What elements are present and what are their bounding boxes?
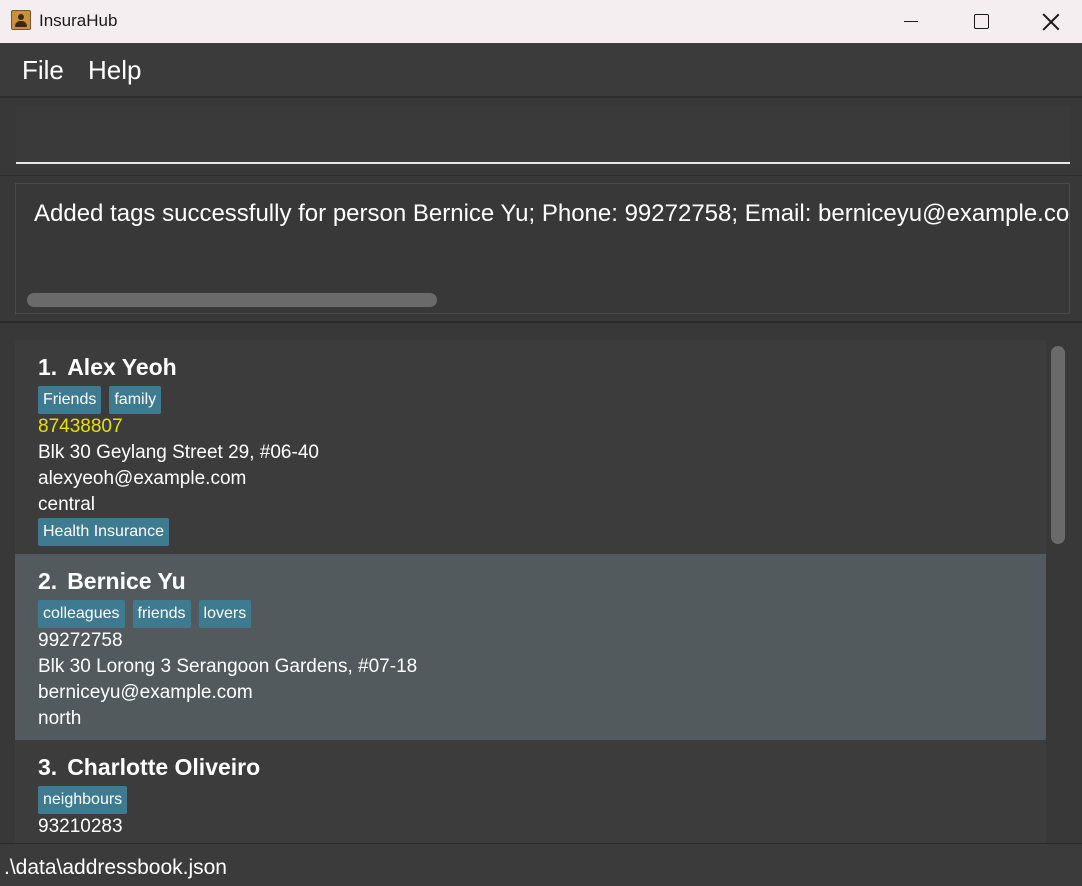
status-bar: .\data\addressbook.json: [0, 843, 1082, 886]
address-book-icon: [11, 10, 31, 30]
person-name-line: 1. Alex Yeoh: [38, 354, 177, 381]
maximize-button[interactable]: [946, 0, 1016, 43]
person-name: Charlotte Oliveiro: [67, 754, 261, 780]
tag: friends: [132, 600, 191, 628]
menu-file[interactable]: File: [22, 55, 64, 86]
tag: Friends: [38, 386, 102, 414]
person-email: alexyeoh@example.com: [38, 468, 247, 489]
tag: lovers: [198, 600, 252, 628]
person-address: Blk 30 Lorong 3 Serangoon Gardens, #07-1…: [38, 656, 418, 677]
insurance-tag: Health Insurance: [38, 518, 169, 546]
person-name: Bernice Yu: [67, 568, 186, 594]
tag-list: Friends family: [38, 386, 162, 414]
maximize-icon: [973, 14, 989, 29]
tag-list: neighbours: [38, 786, 128, 814]
person-card[interactable]: 1. Alex Yeoh Friends family 87438807 Blk …: [15, 340, 1046, 554]
minimize-icon: [904, 20, 918, 23]
person-phone: 99272758: [38, 630, 123, 651]
person-name: Alex Yeoh: [67, 354, 177, 380]
person-name-line: 3. Charlotte Oliveiro: [38, 754, 260, 781]
person-index: 2.: [38, 568, 58, 594]
result-display-area: Added tags successfully for person Berni…: [0, 175, 1082, 323]
menu-help[interactable]: Help: [88, 55, 141, 86]
minimize-button[interactable]: [876, 0, 946, 43]
insurance-tag-list: Health Insurance: [38, 518, 169, 546]
person-region: north: [38, 708, 82, 729]
result-message: Added tags successfully for person Berni…: [34, 200, 1070, 227]
person-address: Blk 30 Geylang Street 29, #06-40: [38, 442, 319, 463]
person-card[interactable]: 3. Charlotte Oliveiro neighbours 93210283: [15, 740, 1046, 843]
person-name-line: 2. Bernice Yu: [38, 568, 186, 595]
window-title: InsuraHub: [39, 11, 118, 30]
tag: colleagues: [38, 600, 125, 628]
list-scrollbar-thumb[interactable]: [1051, 346, 1065, 544]
tag: neighbours: [38, 786, 128, 814]
tag-list: colleagues friends lovers: [38, 600, 252, 628]
person-list: 1. Alex Yeoh Friends family 87438807 Blk …: [0, 324, 1082, 843]
close-button[interactable]: [1016, 0, 1082, 43]
menu-bar: File Help: [0, 43, 1082, 97]
command-box-area: [0, 97, 1082, 175]
person-phone: 93210283: [38, 816, 123, 837]
person-card[interactable]: 2. Bernice Yu colleagues friends lovers 9…: [15, 554, 1046, 740]
person-index: 1.: [38, 354, 58, 380]
title-bar: InsuraHub: [0, 0, 1082, 43]
person-region: central: [38, 494, 96, 515]
person-phone: 87438807: [38, 416, 123, 437]
person-email: berniceyu@example.com: [38, 682, 253, 703]
status-file-path: .\data\addressbook.json: [4, 856, 227, 879]
person-index: 3.: [38, 754, 58, 780]
close-icon: [1042, 13, 1060, 31]
result-horizontal-scrollbar[interactable]: [27, 293, 437, 307]
command-input[interactable]: [16, 106, 1070, 164]
tag: family: [109, 386, 162, 414]
result-display[interactable]: Added tags successfully for person Berni…: [15, 183, 1070, 314]
